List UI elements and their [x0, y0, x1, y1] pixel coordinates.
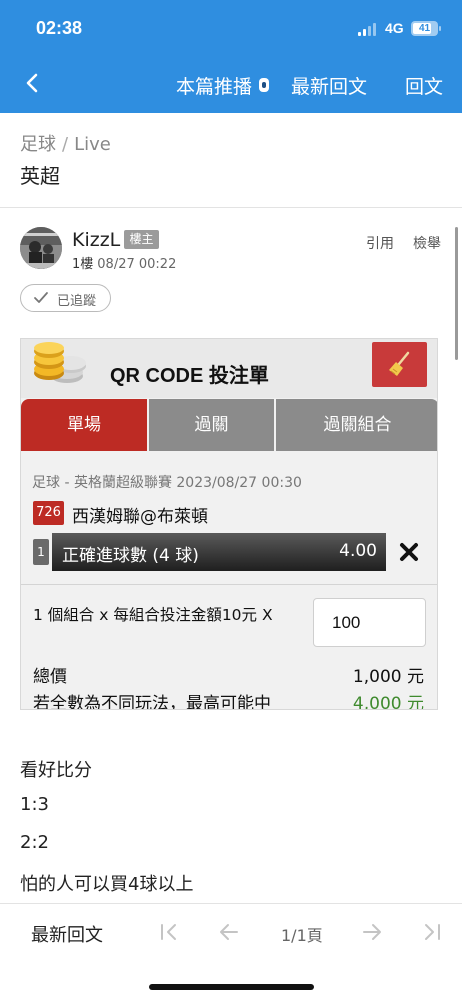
post-body-line: 2:2: [20, 832, 49, 853]
clear-slip-button[interactable]: [372, 342, 427, 387]
reply-button[interactable]: 回文: [405, 72, 443, 99]
total-label: 總價: [33, 667, 67, 687]
post-body-line: 1:3: [20, 794, 49, 815]
battery-icon: 41: [411, 21, 441, 36]
divider: [21, 584, 437, 585]
report-button[interactable]: 檢舉: [413, 233, 441, 253]
signal-icon: [358, 22, 378, 36]
broom-icon: [389, 351, 410, 376]
status-time: 02:38: [36, 18, 83, 38]
total-value: 1,000 元: [352, 667, 424, 687]
quote-button[interactable]: 引用: [366, 233, 394, 253]
post-body-line: 怕的人可以買4球以上: [20, 874, 194, 895]
tracked-button[interactable]: 已追蹤: [20, 284, 111, 312]
match-name: 西漢姆聯@布萊頓: [72, 507, 208, 527]
first-page-icon[interactable]: [157, 920, 181, 944]
bet-slip-header: QR CODE 投注單: [21, 339, 437, 398]
tracked-label: 已追蹤: [57, 294, 97, 309]
pager-latest-reply-button[interactable]: 最新回文: [31, 921, 103, 947]
post-body-line: 看好比分: [20, 760, 92, 781]
network-type: 4G: [385, 20, 404, 36]
divider: [0, 207, 462, 208]
match-info: 足球 - 英格蘭超級聯賽 2023/08/27 00:30: [32, 475, 302, 491]
scrollbar[interactable]: [455, 227, 458, 360]
tab-single[interactable]: 單場: [21, 399, 147, 451]
match-number: 726: [33, 501, 64, 525]
latest-reply-button[interactable]: 最新回文: [291, 72, 367, 99]
home-indicator[interactable]: [149, 984, 314, 990]
tab-parlay-combo[interactable]: 過關組合: [276, 399, 437, 451]
breadcrumb-subcategory[interactable]: Live: [74, 134, 111, 155]
chevron-left-icon: [26, 73, 38, 93]
post-timestamp: 08/27 00:22: [97, 257, 177, 272]
selection-index: 1: [33, 539, 49, 565]
app-header: 02:38 4G 41 本篇推播 最新回文 回文: [0, 0, 462, 113]
post-meta: 1樓 08/27 00:22: [72, 253, 176, 272]
push-notify-button[interactable]: 本篇推播: [176, 72, 252, 99]
close-icon[interactable]: [398, 541, 420, 563]
selection-odds: 4.00: [339, 541, 377, 561]
tab-parlay[interactable]: 過關: [149, 399, 274, 451]
last-page-icon[interactable]: [420, 920, 444, 944]
thread-title: 英超: [20, 164, 60, 188]
avatar[interactable]: [20, 227, 62, 269]
check-icon: [34, 292, 48, 303]
divider: [0, 903, 462, 904]
breadcrumb-category[interactable]: 足球: [20, 134, 56, 155]
combo-text: 1 個組合 x 每組合投注金額10元 X: [33, 606, 273, 624]
op-badge: 樓主: [124, 230, 159, 249]
toggle-icon[interactable]: [259, 78, 269, 92]
max-win-label: 若全數為不同玩法，最高可能中: [33, 694, 271, 710]
breadcrumb: 足球 / Live: [20, 130, 111, 156]
selection-option: 正確進球數 (4 球): [62, 546, 199, 566]
selection-bar: 正確進球數 (4 球) 4.00: [52, 533, 386, 571]
bet-slip-image[interactable]: QR CODE 投注單 單場 過關 過關組合 足球 - 英格蘭超級聯賽 2023…: [20, 338, 438, 710]
status-bar: 02:38 4G 41: [0, 0, 462, 58]
bet-slip-title: QR CODE 投注單: [110, 365, 269, 387]
author-name[interactable]: KizzL: [72, 229, 120, 251]
battery-level: 41: [418, 23, 431, 34]
page-count[interactable]: 1/1頁: [281, 922, 323, 946]
floor-number: 1樓: [72, 257, 94, 272]
max-win-value: 4,000 元: [352, 694, 424, 710]
back-button[interactable]: [20, 70, 46, 96]
avatar-photo: [20, 227, 62, 269]
breadcrumb-separator: /: [62, 134, 69, 155]
bet-type-tabs: 單場 過關 過關組合: [21, 399, 437, 451]
next-page-icon[interactable]: [360, 920, 384, 944]
bet-amount-input[interactable]: 100: [313, 598, 426, 647]
prev-page-icon[interactable]: [217, 920, 241, 944]
coins-icon: [34, 342, 86, 383]
